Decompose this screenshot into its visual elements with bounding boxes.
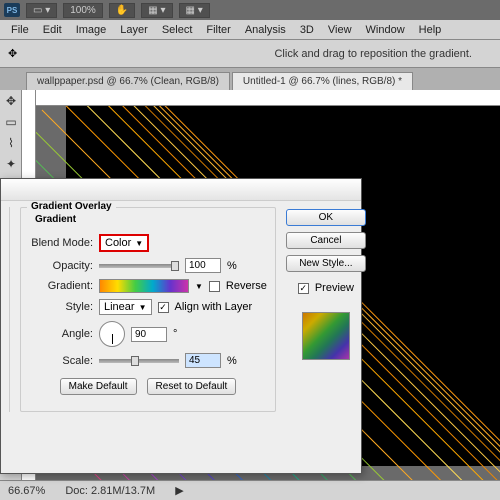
angle-dial[interactable] xyxy=(99,321,125,347)
new-style-button[interactable]: New Style... xyxy=(286,255,366,272)
dialog-actions: OK Cancel New Style... ✓ Preview xyxy=(286,207,366,412)
blend-mode-label: Blend Mode: xyxy=(29,237,93,249)
menu-edit[interactable]: Edit xyxy=(36,22,69,38)
options-hint: Click and drag to reposition the gradien… xyxy=(274,48,472,60)
preview-label: Preview xyxy=(315,282,354,294)
blend-mode-value: Color xyxy=(105,237,131,249)
style-label: Style: xyxy=(29,301,93,313)
lasso-tool-icon[interactable]: ⌇ xyxy=(1,133,21,153)
group-title: Gradient Overlay xyxy=(27,201,116,212)
menu-view[interactable]: View xyxy=(321,22,359,38)
ruler-horizontal xyxy=(36,90,500,106)
menu-bar: File Edit Image Layer Select Filter Anal… xyxy=(0,20,500,40)
menu-layer[interactable]: Layer xyxy=(113,22,155,38)
opacity-label: Opacity: xyxy=(29,260,93,272)
dialog-titlebar[interactable] xyxy=(1,179,361,201)
tab-wallpaper[interactable]: wallppaper.psd @ 66.7% (Clean, RGB/8) xyxy=(26,72,230,90)
tab-untitled[interactable]: Untitled-1 @ 66.7% (lines, RGB/8) * xyxy=(232,72,413,90)
chevron-down-icon[interactable]: ▼ xyxy=(195,282,203,291)
app-logo: PS xyxy=(4,3,20,17)
status-doc: Doc: 2.81M/13.7M xyxy=(65,485,155,497)
menu-image[interactable]: Image xyxy=(69,22,114,38)
chevron-down-icon: ▼ xyxy=(135,239,143,248)
menu-filter[interactable]: Filter xyxy=(199,22,237,38)
angle-unit: ° xyxy=(173,328,177,340)
move-tool-icon: ✥ xyxy=(8,47,17,60)
menu-help[interactable]: Help xyxy=(412,22,449,38)
menu-select[interactable]: Select xyxy=(155,22,200,38)
status-bar: 66.67% Doc: 2.81M/13.7M ▶ xyxy=(0,480,500,500)
scale-label: Scale: xyxy=(29,355,93,367)
reverse-checkbox[interactable] xyxy=(209,281,220,292)
marquee-tool-icon[interactable]: ▭ xyxy=(1,112,21,132)
options-bar: ✥ Click and drag to reposition the gradi… xyxy=(0,40,500,68)
gradient-overlay-group: Gradient Overlay Gradient Blend Mode: Co… xyxy=(20,207,276,412)
document-tabs: wallppaper.psd @ 66.7% (Clean, RGB/8) Un… xyxy=(0,68,500,90)
hand-tool-icon[interactable]: ✋ xyxy=(109,3,135,18)
move-tool-icon[interactable]: ✥ xyxy=(1,91,21,111)
opacity-slider[interactable] xyxy=(99,264,179,268)
angle-input[interactable]: 90 xyxy=(131,327,167,342)
style-select[interactable]: Linear ▼ xyxy=(99,299,152,315)
blend-mode-select[interactable]: Color ▼ xyxy=(99,234,149,252)
menu-window[interactable]: Window xyxy=(359,22,412,38)
style-value: Linear xyxy=(104,301,135,313)
opacity-input[interactable]: 100 xyxy=(185,258,221,273)
make-default-button[interactable]: Make Default xyxy=(60,378,137,395)
scale-slider[interactable] xyxy=(99,359,179,363)
arrange-icon[interactable]: ▦ ▾ xyxy=(179,3,210,18)
angle-label: Angle: xyxy=(29,328,93,340)
scale-unit: % xyxy=(227,355,237,367)
section-title: Gradient xyxy=(35,214,76,225)
layout-menu[interactable]: ▭ ▾ xyxy=(26,3,57,18)
wand-tool-icon[interactable]: ✦ xyxy=(1,154,21,174)
zoom-value[interactable]: 100% xyxy=(63,3,103,18)
screen-mode-icon[interactable]: ▦ ▾ xyxy=(141,3,172,18)
align-checkbox[interactable]: ✓ xyxy=(158,302,169,313)
gradient-picker[interactable] xyxy=(99,279,189,293)
menu-file[interactable]: File xyxy=(4,22,36,38)
preview-swatch xyxy=(302,312,350,360)
gradient-label: Gradient: xyxy=(29,280,93,292)
reverse-label: Reverse xyxy=(226,280,267,292)
chevron-down-icon: ▼ xyxy=(139,303,147,312)
menu-analysis[interactable]: Analysis xyxy=(238,22,293,38)
align-label: Align with Layer xyxy=(175,301,253,313)
opacity-unit: % xyxy=(227,260,237,272)
layer-style-dialog: Gradient Overlay Gradient Blend Mode: Co… xyxy=(0,178,362,474)
app-top-toolbar: PS ▭ ▾ 100% ✋ ▦ ▾ ▦ ▾ xyxy=(0,0,500,20)
scale-input[interactable]: 45 xyxy=(185,353,221,368)
styles-list[interactable] xyxy=(9,207,10,412)
ok-button[interactable]: OK xyxy=(286,209,366,226)
cancel-button[interactable]: Cancel xyxy=(286,232,366,249)
status-arrow-icon[interactable]: ▶ xyxy=(175,484,183,497)
preview-checkbox[interactable]: ✓ xyxy=(298,283,309,294)
status-zoom[interactable]: 66.67% xyxy=(8,485,45,497)
reset-default-button[interactable]: Reset to Default xyxy=(147,378,237,395)
menu-3d[interactable]: 3D xyxy=(293,22,321,38)
